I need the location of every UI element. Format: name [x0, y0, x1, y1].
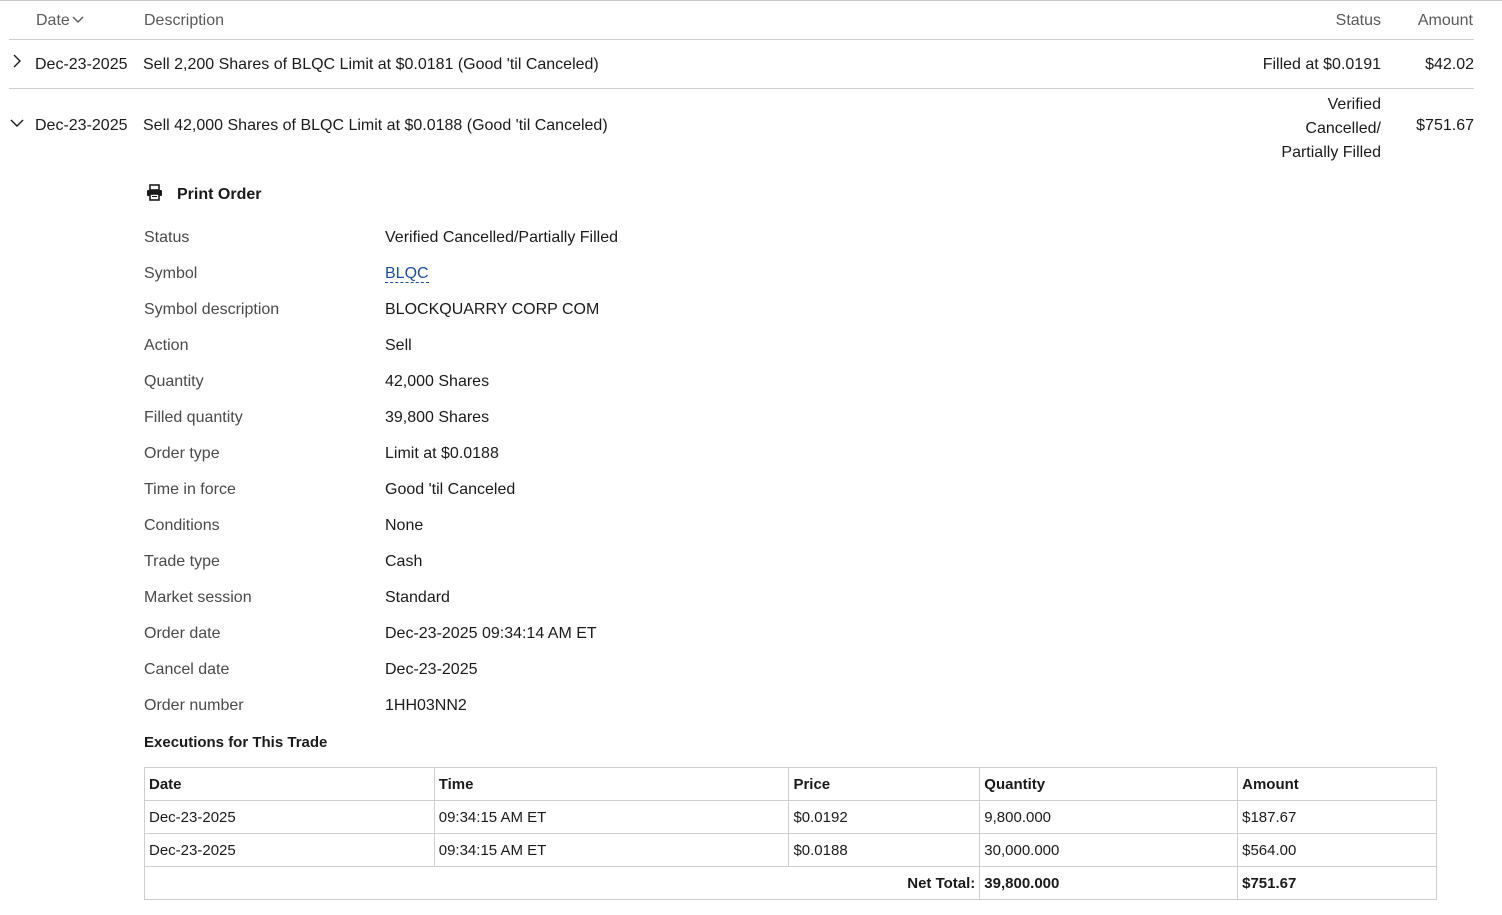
detail-value-market-session: Standard [385, 589, 450, 606]
exec-time: 09:34:15 AM ET [433, 800, 790, 834]
exec-amount: $187.67 [1237, 800, 1437, 834]
detail-value-conditions: None [385, 517, 424, 534]
date-header-label: Date [36, 12, 70, 29]
order-status: Verified Cancelled/ Partially Filled [1281, 93, 1381, 165]
table-row: Dec-23-2025 09:34:15 AM ET $0.0192 9,800… [144, 800, 1437, 834]
exec-col-quantity: Quantity [979, 767, 1239, 801]
exec-amount: $564.00 [1237, 833, 1437, 867]
header-divider [9, 39, 1474, 40]
exec-col-time: Time [433, 767, 790, 801]
executions-title: Executions for This Trade [144, 734, 328, 751]
table-row: Dec-23-2025 09:34:15 AM ET $0.0188 30,00… [144, 833, 1437, 867]
executions-table: Date Time Price Quantity Amount Dec-23-2… [143, 767, 1437, 900]
detail-label-order-date: Order date [144, 625, 221, 642]
order-status: Filled at $0.0191 [1262, 56, 1381, 73]
detail-value-order-date: Dec-23-2025 09:34:14 AM ET [385, 625, 597, 642]
detail-label-symbol-description: Symbol description [144, 301, 280, 318]
detail-label-quantity: Quantity [144, 373, 204, 390]
detail-value-status: Verified Cancelled/Partially Filled [385, 229, 618, 246]
net-total-quantity: 39,800.000 [979, 866, 1239, 900]
order-amount: $751.67 [1416, 117, 1474, 134]
detail-label-symbol: Symbol [144, 265, 198, 282]
chevron-down-icon[interactable] [10, 116, 24, 130]
exec-quantity: 9,800.000 [979, 800, 1239, 834]
net-total-label: Net Total: [143, 866, 981, 900]
date-column-header[interactable]: Date [36, 12, 84, 30]
detail-value-order-number: 1HH03NN2 [385, 697, 467, 714]
order-description[interactable]: Sell 2,200 Shares of BLQC Limit at $0.01… [143, 56, 599, 74]
detail-label-time-in-force: Time in force [144, 481, 236, 498]
detail-label-trade-type: Trade type [144, 553, 220, 570]
chevron-down-icon [72, 12, 84, 30]
order-date: Dec-23-2025 [35, 56, 128, 73]
detail-label-action: Action [144, 337, 189, 354]
status-line: Partially Filled [1281, 144, 1381, 161]
print-order-label: Print Order [177, 186, 262, 203]
print-order-button[interactable]: Print Order [146, 184, 261, 206]
net-total-amount: $751.67 [1237, 866, 1437, 900]
order-description[interactable]: Sell 42,000 Shares of BLQC Limit at $0.0… [143, 117, 608, 135]
detail-label-filled-quantity: Filled quantity [144, 409, 243, 426]
exec-quantity: 30,000.000 [979, 833, 1239, 867]
net-total-row: Net Total: 39,800.000 $751.67 [143, 866, 1437, 900]
detail-label-conditions: Conditions [144, 517, 220, 534]
amount-column-header: Amount [1417, 12, 1473, 29]
detail-label-market-session: Market session [144, 589, 252, 606]
detail-label-order-number: Order number [144, 697, 244, 714]
order-amount: $42.02 [1425, 56, 1474, 73]
detail-value-filled-quantity: 39,800 Shares [385, 409, 490, 426]
detail-value-symbol-description: BLOCKQUARRY CORP COM [385, 301, 600, 318]
status-line: Cancelled/ [1305, 120, 1381, 137]
detail-label-status: Status [144, 229, 190, 246]
exec-price: $0.0192 [788, 800, 981, 834]
detail-value-quantity: 42,000 Shares [385, 373, 490, 390]
top-border [0, 0, 1502, 1]
detail-label-cancel-date: Cancel date [144, 661, 230, 678]
order-date: Dec-23-2025 [35, 117, 128, 134]
detail-label-order-type: Order type [144, 445, 220, 462]
exec-col-price: Price [788, 767, 981, 801]
status-column-header: Status [1335, 12, 1381, 29]
exec-date: Dec-23-2025 [144, 833, 435, 867]
chevron-right-icon[interactable] [10, 54, 24, 68]
exec-time: 09:34:15 AM ET [433, 833, 790, 867]
row-divider [9, 88, 1474, 89]
exec-price: $0.0188 [788, 833, 981, 867]
executions-header-row: Date Time Price Quantity Amount [144, 767, 1437, 801]
status-line: Verified [1327, 96, 1381, 113]
detail-value-cancel-date: Dec-23-2025 [385, 661, 478, 678]
description-column-header: Description [144, 12, 225, 29]
printer-icon [146, 184, 163, 206]
symbol-link[interactable]: BLQC [385, 265, 429, 283]
detail-value-order-type: Limit at $0.0188 [385, 445, 499, 462]
detail-value-action: Sell [385, 337, 412, 354]
detail-value-time-in-force: Good 'til Canceled [385, 481, 516, 498]
detail-value-trade-type: Cash [385, 553, 423, 570]
exec-date: Dec-23-2025 [144, 800, 435, 834]
exec-col-date: Date [144, 767, 435, 801]
exec-col-amount: Amount [1237, 767, 1437, 801]
detail-value-symbol: BLQC [385, 265, 429, 283]
